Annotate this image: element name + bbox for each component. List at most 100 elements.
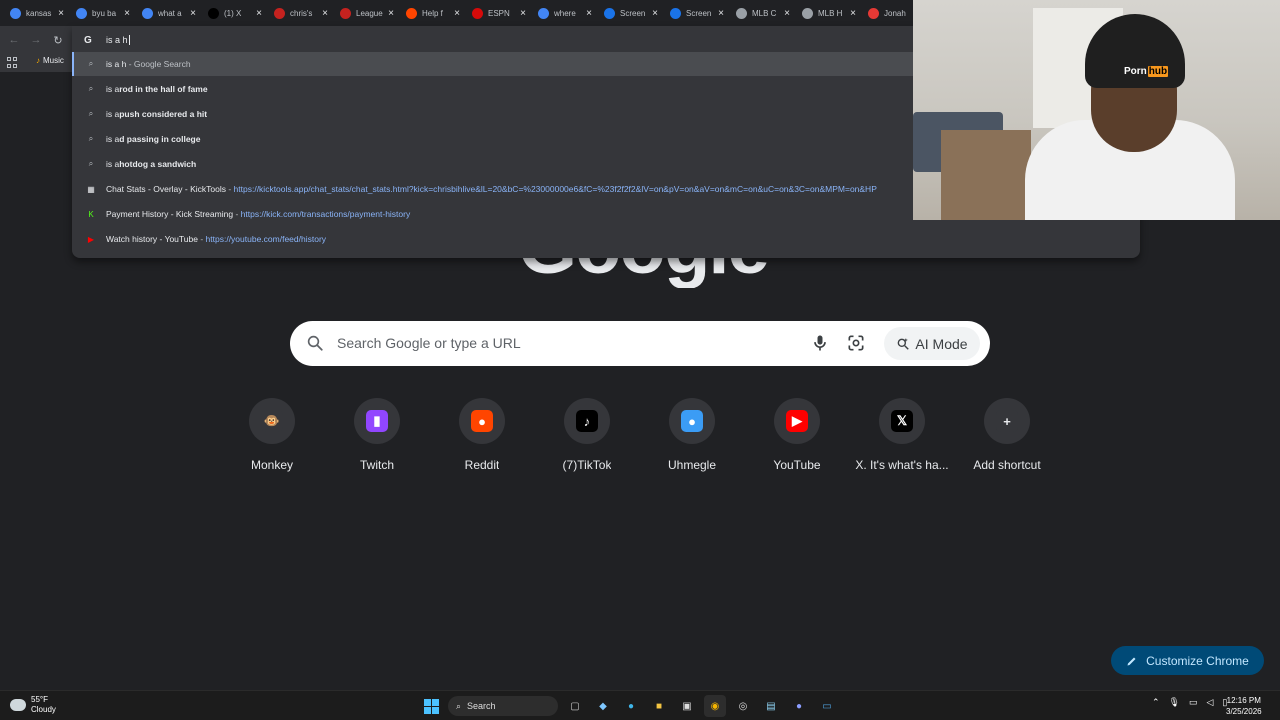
google-icon — [142, 7, 153, 19]
red-square-icon — [274, 7, 285, 19]
reload-button[interactable]: ↻ — [50, 32, 66, 48]
close-tab-icon[interactable]: × — [718, 8, 724, 19]
suggestion-url: https://kicktools.app/chat_stats/chat_st… — [233, 184, 877, 194]
browser-tab[interactable]: (1) X × — [202, 1, 268, 25]
browser-tab[interactable]: byu ba × — [70, 1, 136, 25]
cloud-icon — [10, 699, 26, 711]
omnibox-typed-text[interactable]: is a h — [106, 35, 130, 46]
search-placeholder[interactable]: Search Google or type a URL — [337, 335, 521, 351]
shortcut-tile[interactable]: 🐵 Monkey — [220, 398, 324, 486]
shortcut-tile[interactable]: + Add shortcut — [955, 398, 1059, 486]
shortcut-label: Add shortcut — [973, 458, 1041, 472]
shortcut-tile[interactable]: 𝕏 X. It's what's ha... — [850, 398, 954, 486]
tiktok-icon: ♪ — [576, 410, 598, 432]
close-tab-icon[interactable]: × — [520, 8, 526, 19]
shortcut-label: Uhmegle — [667, 458, 717, 472]
discord-icon[interactable]: ● — [788, 695, 810, 717]
shortcut-label: Monkey — [250, 458, 294, 472]
close-tab-icon[interactable]: × — [322, 8, 328, 19]
clock[interactable]: 12:16 PM 3/25/2026 — [1226, 695, 1262, 717]
obs-icon[interactable]: ◎ — [732, 695, 754, 717]
network-icon[interactable]: ▭ — [1189, 697, 1198, 708]
globe-icon — [802, 7, 813, 19]
weather-widget[interactable]: 55°F Cloudy — [10, 695, 56, 715]
bookmark-music[interactable]: ♪ Music — [36, 56, 64, 65]
notepad-icon[interactable]: ▤ — [760, 695, 782, 717]
suggestion-text: is a h — [106, 59, 127, 69]
search-box[interactable]: Search Google or type a URL AI Mode — [290, 321, 990, 366]
search-icon — [307, 335, 323, 351]
close-tab-icon[interactable]: × — [124, 8, 130, 19]
search-icon: ⌕ — [88, 109, 94, 118]
shortcut-tile[interactable]: ▮ Twitch — [325, 398, 429, 486]
close-tab-icon[interactable]: × — [190, 8, 196, 19]
kick-icon: K — [88, 209, 94, 219]
file-explorer-icon[interactable]: ■ — [648, 695, 670, 717]
customize-chrome-label: Customize Chrome — [1146, 653, 1249, 668]
back-button[interactable]: ← — [6, 32, 22, 48]
suggestion-text: is a — [106, 159, 120, 169]
x-icon: 𝕏 — [891, 410, 913, 432]
close-tab-icon[interactable]: × — [784, 8, 790, 19]
task-view-icon[interactable]: ▢ — [564, 695, 586, 717]
browser-tab[interactable]: MLB C × — [730, 1, 796, 25]
shortcut-label: Twitch — [359, 458, 394, 472]
copilot-icon[interactable]: ◆ — [592, 695, 614, 717]
windows-start-icon[interactable] — [420, 695, 442, 717]
search-icon: ⌕ — [88, 159, 94, 168]
browser-tab[interactable]: League × — [334, 1, 400, 25]
browser-tab[interactable]: ESPN × — [466, 1, 532, 25]
browser-tab[interactable]: kansas × — [4, 1, 70, 25]
shortcut-tile[interactable]: ♪ (7)TikTok — [535, 398, 639, 486]
shortcut-icon-circle: ♪ — [564, 398, 610, 444]
forward-button[interactable]: → — [28, 32, 44, 48]
chrome-icon[interactable]: ◉ — [704, 695, 726, 717]
remote-desktop-icon[interactable]: ▭ — [816, 695, 838, 717]
close-tab-icon[interactable]: × — [58, 8, 64, 19]
tab-title: Screen — [686, 8, 712, 18]
suggestion-text: Chat Stats - Overlay - KickTools — [106, 184, 226, 194]
tab-title: League — [356, 8, 383, 18]
tab-title: where — [554, 8, 576, 18]
store-icon[interactable]: ▣ — [676, 695, 698, 717]
browser-tab[interactable]: chris's × — [268, 1, 334, 25]
kicktools-icon: ▦ — [87, 184, 95, 194]
close-tab-icon[interactable]: × — [388, 8, 394, 19]
close-tab-icon[interactable]: × — [256, 8, 262, 19]
red-dash-icon — [868, 7, 879, 19]
browser-tab[interactable]: Screen × — [598, 1, 664, 25]
customize-chrome-button[interactable]: Customize Chrome — [1111, 646, 1264, 675]
tab-title: ESPN — [488, 8, 510, 18]
close-tab-icon[interactable]: × — [454, 8, 460, 19]
browser-tab[interactable]: Screen × — [664, 1, 730, 25]
taskbar-search-label: Search — [467, 701, 496, 711]
close-tab-icon[interactable]: × — [652, 8, 658, 19]
shortcut-label: (7)TikTok — [562, 458, 612, 472]
google-lens-icon[interactable] — [846, 333, 866, 353]
edge-icon[interactable]: ● — [620, 695, 642, 717]
mic-tray-icon[interactable]: 🎙 — [1169, 697, 1180, 708]
ai-mode-button[interactable]: AI Mode — [884, 327, 980, 360]
shortcut-tile[interactable]: ● Uhmegle — [640, 398, 744, 486]
shortcut-tile[interactable]: ▶ YouTube — [745, 398, 849, 486]
espn-icon — [472, 7, 483, 19]
browser-window: kansas × byu ba × what a × (1) X × chris's × Leagu… — [0, 0, 1280, 720]
suggestion-completion: d passing in college — [119, 134, 201, 144]
browser-tab[interactable]: what a × — [136, 1, 202, 25]
browser-tab[interactable]: Help f × — [400, 1, 466, 25]
reddit-icon: ● — [471, 410, 493, 432]
close-tab-icon[interactable]: × — [586, 8, 592, 19]
browser-tab[interactable]: MLB H × — [796, 1, 862, 25]
volume-icon[interactable]: ◁ — [1207, 697, 1214, 708]
youtube-icon: ▶ — [87, 234, 95, 244]
clock-date: 3/25/2026 — [1226, 707, 1262, 716]
taskbar-search[interactable]: ⌕ Search — [448, 696, 558, 716]
chevron-up-icon[interactable]: ⌃ — [1152, 697, 1160, 708]
plus-icon: + — [996, 410, 1018, 432]
close-tab-icon[interactable]: × — [850, 8, 856, 19]
microphone-icon[interactable] — [810, 333, 830, 353]
shortcut-tile[interactable]: ● Reddit — [430, 398, 534, 486]
omnibox-suggestion[interactable]: ▶ Watch history - YouTube - https://youtu… — [72, 227, 1140, 251]
browser-tab[interactable]: where × — [532, 1, 598, 25]
apps-grid-icon[interactable] — [7, 57, 18, 68]
